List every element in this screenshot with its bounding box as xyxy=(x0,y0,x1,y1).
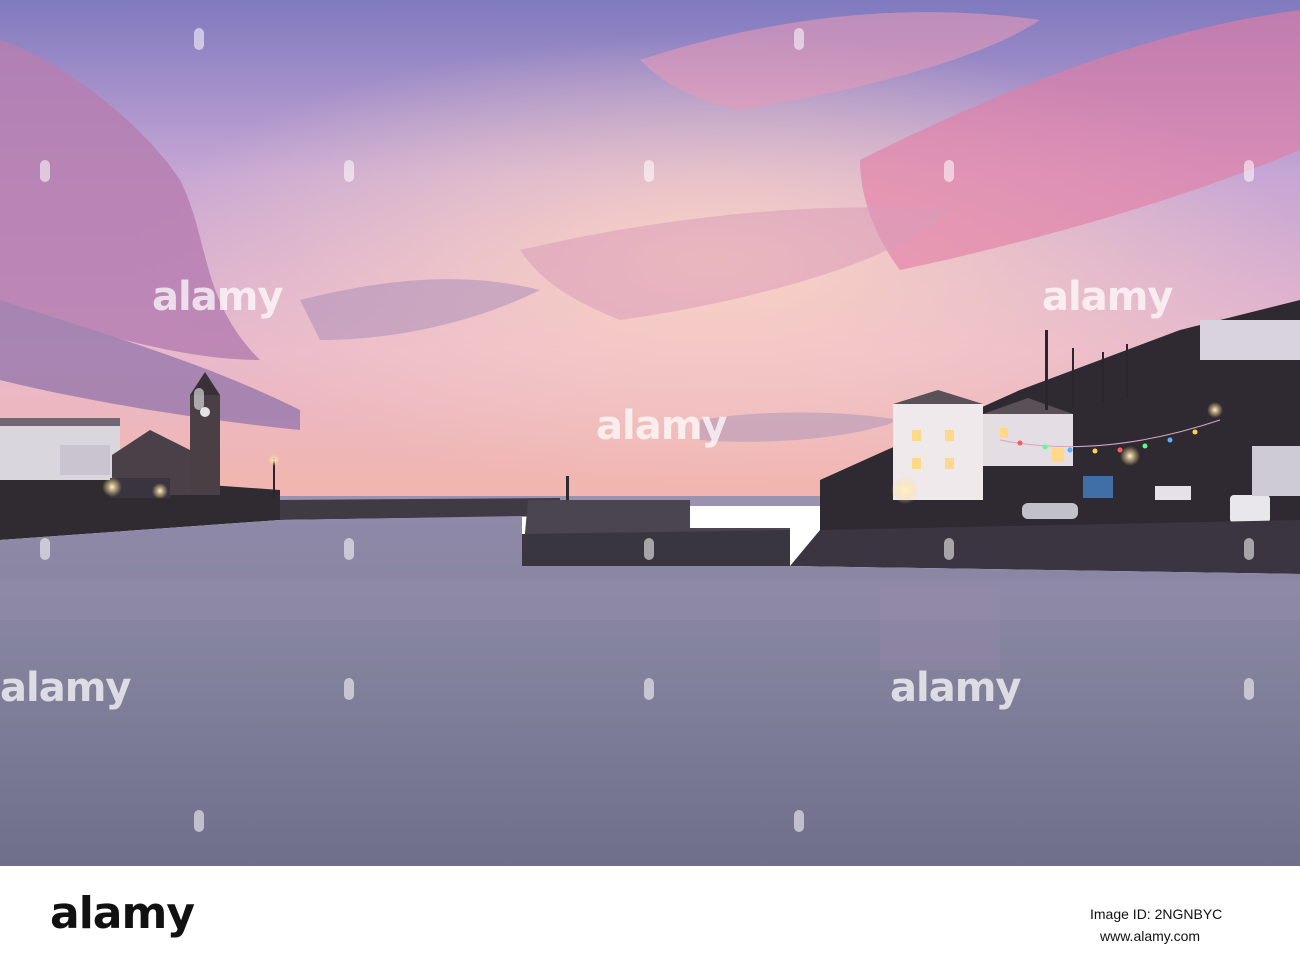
watermark-dot xyxy=(40,160,50,182)
watermark-dot xyxy=(794,810,804,832)
watermark-dot xyxy=(344,160,354,182)
watermark-dot xyxy=(194,28,204,50)
watermark-logo: alamy xyxy=(152,274,283,320)
sign-board xyxy=(1083,476,1113,498)
watermark-dot xyxy=(40,538,50,560)
image-id: Image ID: 2NGNBYC xyxy=(1090,906,1223,922)
watermark-logo: alamy xyxy=(596,403,727,449)
site-url[interactable]: www.alamy.com xyxy=(1100,928,1200,944)
harbour-photo: alamy alamy alamy alamy alamy xyxy=(0,0,1300,866)
watermark-dot xyxy=(194,810,204,832)
watermark-dot xyxy=(944,160,954,182)
watermark-dot xyxy=(1244,538,1254,560)
watermark-dot xyxy=(344,538,354,560)
watermark-dot xyxy=(644,678,654,700)
watermark-dot xyxy=(644,160,654,182)
parked-van xyxy=(1230,495,1270,523)
watermark-logo: alamy xyxy=(0,665,131,711)
watermark-dot xyxy=(194,388,204,410)
watermark-dot xyxy=(1244,678,1254,700)
watermark-dot xyxy=(644,538,654,560)
watermark-logo: alamy xyxy=(890,665,1021,711)
stock-footer: alamy Image ID: 2NGNBYC www.alamy.com xyxy=(0,866,1300,956)
watermark-dot xyxy=(944,538,954,560)
watermark-logo: alamy xyxy=(1042,274,1173,320)
watermark-dot xyxy=(344,678,354,700)
footer-logo: alamy xyxy=(50,888,195,939)
watermark-dot xyxy=(1244,160,1254,182)
parked-car xyxy=(1022,503,1078,519)
watermark-dot xyxy=(794,28,804,50)
